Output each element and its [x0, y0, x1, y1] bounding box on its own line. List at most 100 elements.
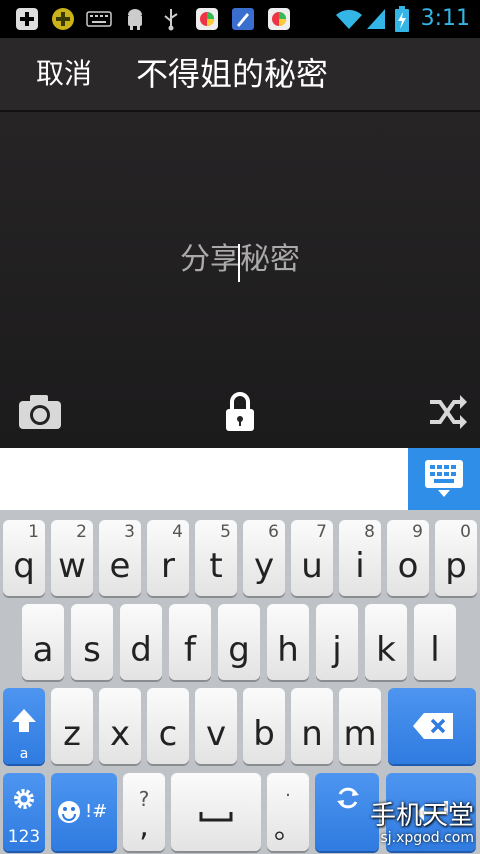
key-y[interactable]: 6y — [243, 520, 285, 596]
header: 取消 不得姐的秘密 — [0, 38, 480, 112]
gear-icon — [12, 787, 36, 815]
key-letter: s — [83, 630, 101, 670]
period-key-label: 。 — [273, 812, 302, 845]
backspace-icon — [412, 712, 454, 744]
key-number: 6 — [268, 522, 279, 542]
key-letter: f — [184, 630, 196, 670]
key-w[interactable]: 2w — [51, 520, 93, 596]
key-letter: p — [445, 546, 467, 586]
key-number: 9 — [412, 522, 423, 542]
app-icon — [194, 6, 220, 32]
key-i[interactable]: 8i — [339, 520, 381, 596]
key-letter: m — [343, 714, 377, 754]
key-o[interactable]: 9o — [387, 520, 429, 596]
key-a[interactable]: a — [22, 604, 64, 680]
keyboard-icon — [86, 6, 112, 32]
key-letter: g — [228, 630, 250, 670]
compose-area[interactable]: 分享秘密 — [0, 112, 480, 448]
key-number: 0 — [460, 522, 471, 542]
wifi-icon — [334, 6, 364, 32]
android-icon — [124, 6, 146, 32]
emoji-key[interactable]: !# — [51, 773, 117, 851]
key-q[interactable]: 1q — [3, 520, 45, 596]
key-letter: w — [58, 546, 86, 586]
key-letter: t — [209, 546, 223, 586]
key-letter: r — [161, 546, 175, 586]
smiley-icon — [57, 800, 81, 828]
key-x[interactable]: x — [99, 688, 141, 764]
app-icon — [266, 6, 292, 32]
key-p[interactable]: 0p — [435, 520, 477, 596]
key-number: 3 — [124, 522, 135, 542]
key-t[interactable]: 5t — [195, 520, 237, 596]
keyboard-icon — [424, 458, 464, 502]
cancel-button[interactable]: 取消 — [36, 56, 92, 92]
game-icon — [50, 6, 76, 32]
comma-key[interactable]: ? , — [123, 773, 165, 851]
key-h[interactable]: h — [267, 604, 309, 680]
key-letter: k — [376, 630, 396, 670]
key-letter: z — [63, 714, 81, 754]
key-letter: q — [13, 546, 35, 586]
space-key[interactable] — [171, 773, 261, 851]
compose-placeholder: 分享秘密 — [180, 242, 300, 277]
key-number: 1 — [28, 522, 39, 542]
period-key[interactable]: · 。 — [267, 773, 309, 851]
backspace-key[interactable] — [388, 688, 476, 764]
key-letter: v — [205, 714, 227, 754]
key-z[interactable]: z — [51, 688, 93, 764]
key-number: 7 — [316, 522, 327, 542]
key-d[interactable]: d — [120, 604, 162, 680]
add-icon — [14, 6, 40, 32]
watermark-url: sj.xpgod.com — [380, 830, 475, 846]
paint-icon — [230, 6, 256, 32]
comma-key-label: , — [139, 809, 149, 844]
settings-key[interactable]: 123 — [3, 773, 45, 851]
key-c[interactable]: c — [147, 688, 189, 764]
text-input-bar[interactable] — [0, 448, 408, 510]
key-b[interactable]: b — [243, 688, 285, 764]
shift-key[interactable]: a — [3, 688, 45, 764]
key-letter: i — [355, 546, 365, 586]
key-number: 5 — [220, 522, 231, 542]
key-letter: x — [109, 714, 131, 754]
key-letter: y — [253, 546, 275, 586]
key-g[interactable]: g — [218, 604, 260, 680]
key-letter: n — [301, 714, 323, 754]
key-v[interactable]: v — [195, 688, 237, 764]
key-letter: l — [430, 630, 440, 670]
keyboard-switch-button[interactable] — [408, 448, 480, 510]
key-r[interactable]: 4r — [147, 520, 189, 596]
clock: 3:11 — [420, 6, 470, 31]
key-letter: u — [301, 546, 323, 586]
key-k[interactable]: k — [365, 604, 407, 680]
watermark-title: 手机天堂 — [369, 801, 474, 831]
key-letter: b — [253, 714, 275, 754]
key-l[interactable]: l — [414, 604, 456, 680]
key-number: 4 — [172, 522, 183, 542]
key-m[interactable]: m — [339, 688, 381, 764]
key-e[interactable]: 3e — [99, 520, 141, 596]
key-letter: d — [130, 630, 152, 670]
emoji-key-label: !# — [85, 801, 108, 822]
signal-icon — [364, 6, 388, 32]
shuffle-icon[interactable] — [428, 392, 468, 432]
key-n[interactable]: n — [291, 688, 333, 764]
key-letter: c — [158, 714, 178, 754]
key-letter: e — [109, 546, 131, 586]
lock-icon[interactable] — [224, 390, 256, 431]
status-bar: 3:11 — [0, 0, 480, 38]
key-letter: o — [397, 546, 419, 586]
key-j[interactable]: j — [316, 604, 358, 680]
period-key-top: · — [285, 785, 291, 806]
comma-key-top: ? — [138, 787, 150, 811]
space-icon — [199, 807, 233, 826]
key-s[interactable]: s — [71, 604, 113, 680]
key-letter: a — [32, 630, 54, 670]
key-letter: h — [277, 630, 299, 670]
camera-icon[interactable] — [18, 392, 62, 432]
key-u[interactable]: 7u — [291, 520, 333, 596]
page-title: 不得姐的秘密 — [136, 55, 329, 93]
settings-key-label: 123 — [7, 827, 41, 847]
key-f[interactable]: f — [169, 604, 211, 680]
